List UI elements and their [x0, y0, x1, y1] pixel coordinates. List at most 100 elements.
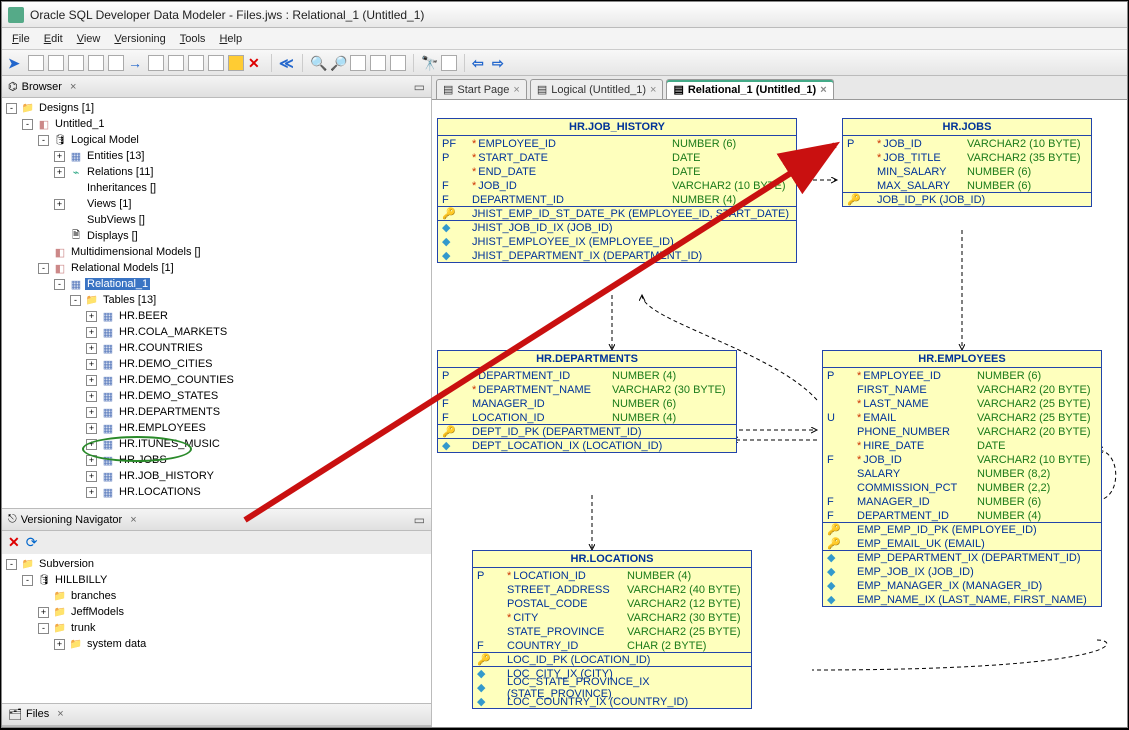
pointer-icon[interactable]: ➤ [8, 55, 24, 71]
search-icon[interactable]: 🔭 [421, 55, 437, 71]
diagram-canvas[interactable]: HR.JOB_HISTORYPF*EMPLOYEE_IDNUMBER (6)P*… [432, 100, 1127, 727]
expand-toggle[interactable]: + [38, 607, 49, 618]
expand-toggle[interactable]: - [22, 575, 33, 586]
tool-icon[interactable] [441, 55, 457, 71]
tree-node[interactable]: -Untitled_1 [2, 116, 431, 132]
tree-node[interactable]: +HR.JOBS [2, 452, 431, 468]
tree-node[interactable]: +HR.BEER [2, 308, 431, 324]
tree-node[interactable]: +system data [2, 636, 431, 652]
tree-node[interactable]: +Entities [13] [2, 148, 431, 164]
tool-icon[interactable] [370, 55, 386, 71]
tree-node[interactable]: branches [2, 588, 431, 604]
tool-icon[interactable] [68, 55, 84, 71]
tree-node[interactable]: Multidimensional Models [] [2, 244, 431, 260]
minimize-icon[interactable]: ▭ [414, 513, 425, 527]
editor-tab[interactable]: ▤Start Page× [436, 79, 527, 99]
tool-icon[interactable] [228, 55, 244, 71]
expand-toggle[interactable]: + [86, 311, 97, 322]
expand-toggle[interactable]: + [86, 327, 97, 338]
minimize-icon[interactable]: ▭ [414, 80, 425, 94]
expand-toggle[interactable]: - [70, 295, 81, 306]
menu-file[interactable]: File [12, 33, 30, 45]
expand-toggle[interactable]: - [54, 279, 65, 290]
expand-toggle[interactable]: + [54, 167, 65, 178]
expand-toggle[interactable]: + [86, 487, 97, 498]
tree-node[interactable]: +HR.COUNTRIES [2, 340, 431, 356]
back-icon[interactable]: ⇦ [472, 55, 488, 71]
menu-versioning[interactable]: Versioning [114, 33, 165, 45]
close-icon[interactable]: × [57, 708, 63, 720]
zoom-in-icon[interactable]: 🔍 [310, 55, 326, 71]
tree-node[interactable]: +JeffModels [2, 604, 431, 620]
expand-toggle[interactable]: - [38, 135, 49, 146]
expand-toggle[interactable]: - [22, 119, 33, 130]
tree-node[interactable]: -Logical Model [2, 132, 431, 148]
refresh-icon[interactable]: ⟳ [26, 534, 38, 551]
close-icon[interactable]: × [513, 84, 519, 96]
tree-node[interactable]: +HR.DEMO_CITIES [2, 356, 431, 372]
versioning-tree[interactable]: -Subversion-HILLBILLYbranches+JeffModels… [2, 554, 431, 703]
tree-node[interactable]: +Views [1] [2, 196, 431, 212]
tree-node[interactable]: -Relational Models [1] [2, 260, 431, 276]
tree-node[interactable]: -trunk [2, 620, 431, 636]
expand-toggle[interactable]: - [38, 263, 49, 274]
expand-toggle[interactable]: + [86, 471, 97, 482]
close-icon[interactable]: × [820, 84, 826, 96]
expand-toggle[interactable]: + [86, 343, 97, 354]
close-icon[interactable]: × [70, 81, 76, 93]
close-icon[interactable]: × [650, 84, 656, 96]
tree-node[interactable]: +HR.ITUNES_MUSIC [2, 436, 431, 452]
tool-icon[interactable] [108, 55, 124, 71]
tree-node[interactable]: Displays [] [2, 228, 431, 244]
tree-node[interactable]: +HR.LOCATIONS [2, 484, 431, 500]
erd-table[interactable]: HR.EMPLOYEESP*EMPLOYEE_IDNUMBER (6)FIRST… [822, 350, 1102, 607]
tree-node[interactable]: -Relational_1 [2, 276, 431, 292]
tool-icon[interactable] [148, 55, 164, 71]
tool-icon[interactable] [208, 55, 224, 71]
delete-icon[interactable]: ✕ [8, 534, 20, 551]
nav-first-icon[interactable]: ≪ [279, 55, 295, 71]
arrow-right-icon[interactable]: → [128, 55, 144, 71]
tree-node[interactable]: +HR.DEMO_STATES [2, 388, 431, 404]
tool-icon[interactable] [168, 55, 184, 71]
erd-table[interactable]: HR.DEPARTMENTSP*DEPARTMENT_IDNUMBER (4)*… [437, 350, 737, 453]
forward-icon[interactable]: ⇨ [492, 55, 508, 71]
menu-help[interactable]: Help [219, 33, 242, 45]
expand-toggle[interactable]: + [86, 359, 97, 370]
delete-icon[interactable]: ✕ [248, 55, 264, 71]
tree-node[interactable]: +HR.DEPARTMENTS [2, 404, 431, 420]
tree-node[interactable]: SubViews [] [2, 212, 431, 228]
tree-node[interactable]: -Tables [13] [2, 292, 431, 308]
tree-node[interactable]: -Designs [1] [2, 100, 431, 116]
close-icon[interactable]: × [130, 514, 136, 526]
tree-node[interactable]: -HILLBILLY [2, 572, 431, 588]
tree-node[interactable]: +HR.EMPLOYEES [2, 420, 431, 436]
expand-toggle[interactable]: + [86, 423, 97, 434]
expand-toggle[interactable]: + [86, 375, 97, 386]
tool-icon[interactable] [88, 55, 104, 71]
tree-node[interactable]: -Subversion [2, 556, 431, 572]
expand-toggle[interactable]: - [6, 559, 17, 570]
expand-toggle[interactable]: + [54, 639, 65, 650]
expand-toggle[interactable]: - [6, 103, 17, 114]
editor-tab[interactable]: ▤Relational_1 (Untitled_1)× [666, 79, 833, 99]
tool-icon[interactable] [188, 55, 204, 71]
expand-toggle[interactable]: - [38, 623, 49, 634]
menu-tools[interactable]: Tools [180, 33, 206, 45]
editor-tab[interactable]: ▤Logical (Untitled_1)× [530, 79, 664, 99]
expand-toggle[interactable]: + [86, 455, 97, 466]
expand-toggle[interactable]: + [86, 391, 97, 402]
browser-tree[interactable]: -Designs [1]-Untitled_1-Logical Model+En… [2, 98, 431, 508]
tool-icon[interactable] [390, 55, 406, 71]
expand-toggle[interactable]: + [54, 151, 65, 162]
tree-node[interactable]: Inheritances [] [2, 180, 431, 196]
menu-view[interactable]: View [77, 33, 101, 45]
tree-node[interactable]: +HR.JOB_HISTORY [2, 468, 431, 484]
zoom-out-icon[interactable]: 🔎 [330, 55, 346, 71]
tool-icon[interactable] [350, 55, 366, 71]
expand-toggle[interactable]: + [54, 199, 65, 210]
tool-icon[interactable] [48, 55, 64, 71]
tree-node[interactable]: +HR.DEMO_COUNTIES [2, 372, 431, 388]
expand-toggle[interactable]: + [86, 439, 97, 450]
expand-toggle[interactable]: + [86, 407, 97, 418]
